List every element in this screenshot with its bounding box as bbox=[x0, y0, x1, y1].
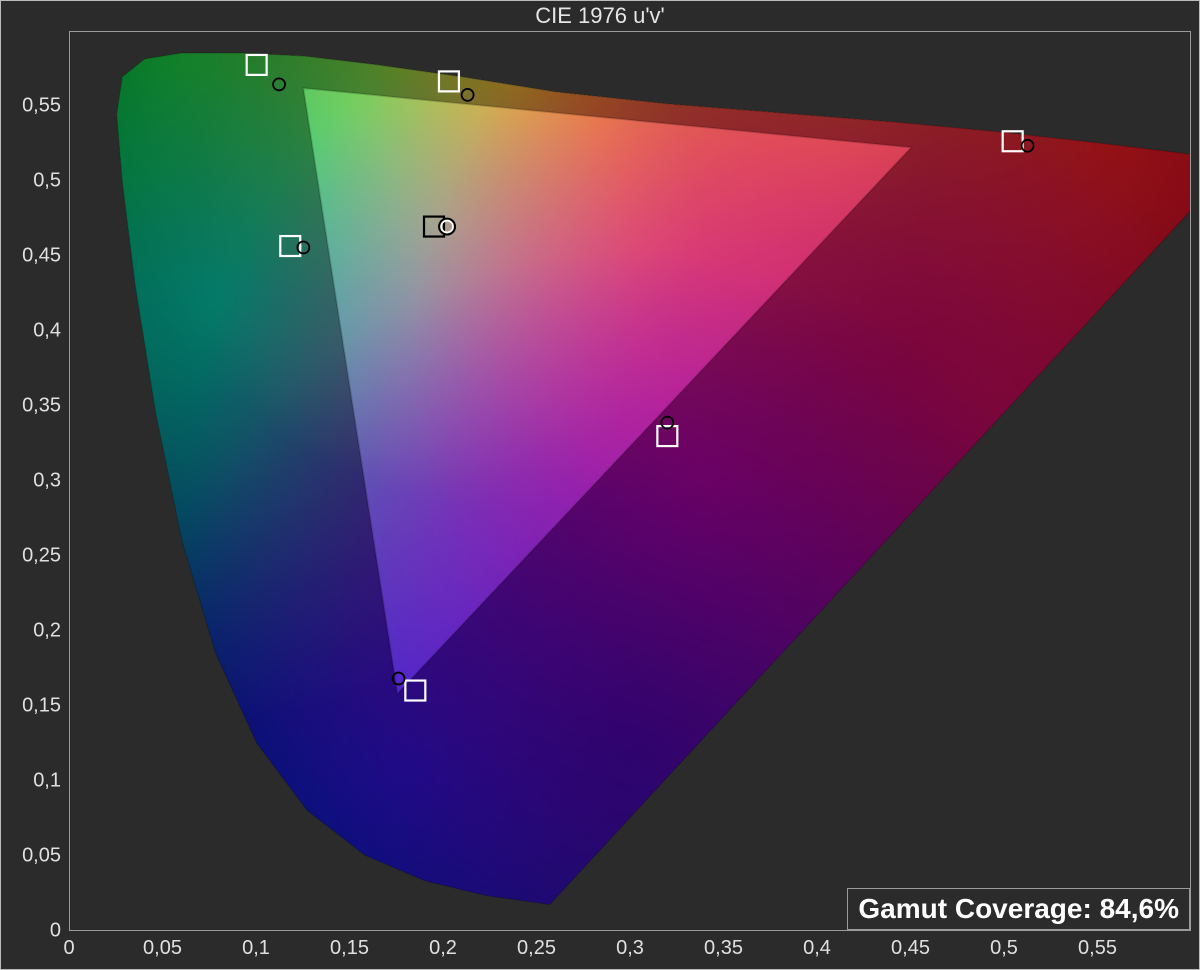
x-tick-label: 0 bbox=[63, 937, 74, 960]
plot-area: Gamut Coverage: 84,6% bbox=[69, 31, 1191, 931]
x-tick-label: 0,45 bbox=[891, 937, 930, 960]
y-tick-label: 0,4 bbox=[33, 320, 61, 343]
x-tick-label: 0,3 bbox=[616, 937, 644, 960]
x-tick-label: 0,15 bbox=[330, 937, 369, 960]
x-tick-label: 0,5 bbox=[990, 937, 1018, 960]
y-tick-label: 0,05 bbox=[22, 845, 61, 868]
x-tick-label: 0,4 bbox=[803, 937, 831, 960]
y-tick-label: 0,5 bbox=[33, 170, 61, 193]
gamut-coverage-value: 84,6% bbox=[1100, 893, 1179, 924]
cie-diagram bbox=[70, 32, 1190, 930]
x-tick-label: 0,2 bbox=[429, 937, 457, 960]
chart-container: CIE 1976 u'v' Gamut Coverage: 84,6% 0 0,0… bbox=[0, 0, 1200, 970]
x-tick-label: 0,1 bbox=[242, 937, 270, 960]
y-tick-label: 0,45 bbox=[22, 245, 61, 268]
y-tick-label: 0,2 bbox=[33, 620, 61, 643]
gamut-coverage-text: Gamut Coverage: bbox=[858, 893, 1091, 924]
x-tick-label: 0,25 bbox=[517, 937, 556, 960]
x-tick-label: 0,05 bbox=[143, 937, 182, 960]
gamut-coverage-label: Gamut Coverage: 84,6% bbox=[847, 888, 1190, 930]
chart-title: CIE 1976 u'v' bbox=[1, 1, 1199, 31]
x-tick-label: 0,35 bbox=[704, 937, 743, 960]
y-tick-label: 0,15 bbox=[22, 695, 61, 718]
y-tick-label: 0,1 bbox=[33, 770, 61, 793]
y-tick-label: 0,55 bbox=[22, 95, 61, 118]
y-tick-label: 0,35 bbox=[22, 395, 61, 418]
y-tick-label: 0,25 bbox=[22, 545, 61, 568]
y-tick-label: 0,3 bbox=[33, 470, 61, 493]
y-tick-label: 0 bbox=[50, 920, 61, 943]
x-tick-label: 0,55 bbox=[1078, 937, 1117, 960]
